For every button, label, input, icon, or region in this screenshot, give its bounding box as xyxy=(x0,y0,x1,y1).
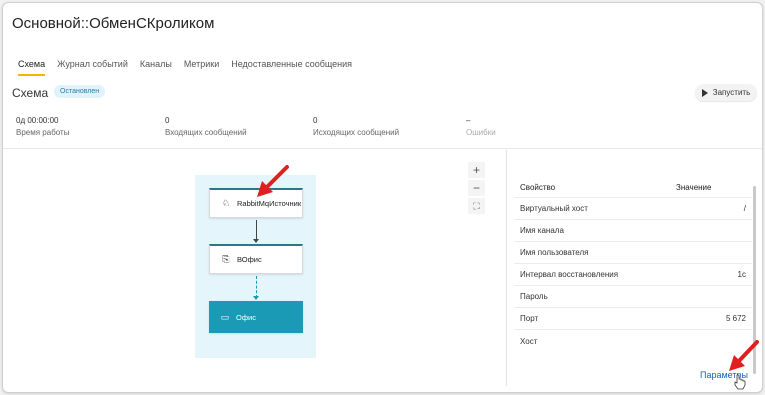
cursor-hand-icon xyxy=(734,374,746,390)
stat-label: Время работы xyxy=(16,128,70,137)
tab-scheme[interactable]: Схема xyxy=(18,59,46,76)
properties-header: Свойство Значение xyxy=(514,178,752,198)
connector-icon: ⎘ xyxy=(222,254,230,264)
property-value: / xyxy=(743,204,746,213)
column-header-property: Свойство xyxy=(520,183,556,192)
run-button-label: Запустить xyxy=(712,88,751,97)
tab-undelivered[interactable]: Недоставленные сообщения xyxy=(231,59,352,76)
stat-label: Ошибки xyxy=(466,128,496,137)
property-key: Пароль xyxy=(520,292,548,301)
node-label: Офис xyxy=(236,312,256,322)
stat-value: 0д 00:00:00 xyxy=(16,116,59,125)
status-badge: Остановлен xyxy=(54,85,106,98)
tab-metrics[interactable]: Метрики xyxy=(184,59,219,76)
divider xyxy=(3,148,762,149)
fit-view-button[interactable]: ⛶ xyxy=(468,198,485,214)
panel-divider xyxy=(506,150,507,386)
section-title: Схема xyxy=(12,86,49,100)
connector-line xyxy=(256,220,257,241)
zoom-out-button[interactable]: − xyxy=(468,180,485,196)
stat-label: Исходящих сообщений xyxy=(313,128,400,137)
properties-table: Свойство Значение Виртуальный хост / Имя … xyxy=(514,178,752,352)
property-row[interactable]: Хост xyxy=(514,330,752,352)
property-key: Имя пользователя xyxy=(520,248,589,257)
stat-uptime: 0д 00:00:00 Время работы xyxy=(16,116,69,137)
property-key: Интервал восстановления xyxy=(520,270,619,279)
property-row[interactable]: Порт 5 672 xyxy=(514,308,752,330)
run-button[interactable]: Запустить xyxy=(695,84,757,101)
arrow-head xyxy=(253,296,259,300)
tab-bar: Схема Журнал событий Каналы Метрики Недо… xyxy=(18,59,364,76)
stat-value: 0 xyxy=(313,116,318,125)
column-header-value: Значение xyxy=(676,183,712,192)
node-label: RabbitMqИсточник xyxy=(237,199,302,208)
stat-outgoing: 0 Исходящих сообщений xyxy=(313,116,399,137)
monitor-icon: ▭ xyxy=(220,311,230,322)
annotation-arrow-icon xyxy=(729,340,759,371)
stat-label: Входящих сообщений xyxy=(165,128,247,137)
property-value: 5 672 xyxy=(725,314,746,323)
property-row[interactable]: Интервал восстановления 1с xyxy=(514,264,752,286)
node-ofis[interactable]: ▭ Офис xyxy=(209,301,303,333)
property-key: Хост xyxy=(520,336,538,346)
arrow-head xyxy=(253,239,259,243)
property-key: Виртуальный хост xyxy=(520,204,588,213)
stat-value: – xyxy=(466,116,471,125)
property-value: 1с xyxy=(737,270,746,279)
tab-channels[interactable]: Каналы xyxy=(140,59,172,76)
node-label: ВОфис xyxy=(237,255,262,264)
property-row[interactable]: Пароль xyxy=(514,286,752,308)
play-icon xyxy=(701,88,708,97)
property-key: Порт xyxy=(520,314,539,323)
property-key: Имя канала xyxy=(520,226,564,235)
stat-errors: – Ошибки xyxy=(466,116,496,137)
property-row[interactable]: Имя канала xyxy=(514,220,752,242)
annotation-arrow-icon xyxy=(257,165,289,197)
stat-incoming: 0 Входящих сообщений xyxy=(165,116,247,137)
dashed-connector xyxy=(256,276,257,298)
property-row[interactable]: Виртуальный хост / xyxy=(514,198,752,220)
zoom-in-button[interactable]: + xyxy=(468,162,485,178)
tab-event-log[interactable]: Журнал событий xyxy=(57,59,128,76)
node-vofis[interactable]: ⎘ ВОфис xyxy=(209,244,303,274)
page-title: Основной::ОбменСКроликом xyxy=(12,15,215,32)
property-row[interactable]: Имя пользователя xyxy=(514,242,752,264)
app-window: Основной::ОбменСКроликом Схема Журнал со… xyxy=(2,2,763,393)
rabbit-icon: ♘ xyxy=(221,198,231,208)
stat-value: 0 xyxy=(165,116,170,125)
